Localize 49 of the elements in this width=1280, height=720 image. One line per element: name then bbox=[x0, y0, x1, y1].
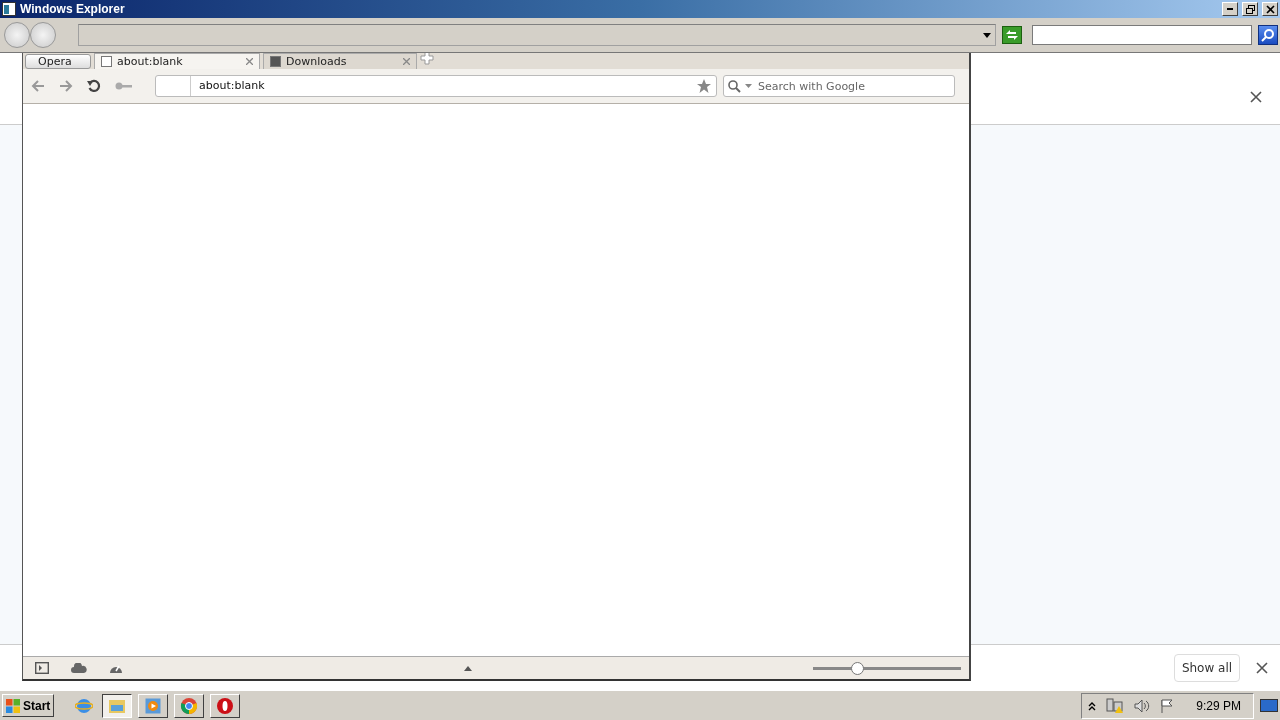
page-icon bbox=[270, 56, 281, 67]
menu-button[interactable]: Opera bbox=[25, 54, 91, 69]
search-icon bbox=[1261, 28, 1275, 42]
flag-icon[interactable] bbox=[1160, 698, 1175, 713]
browser-logo-icon bbox=[180, 696, 198, 715]
search-icon bbox=[728, 79, 741, 93]
minimize-icon bbox=[1227, 8, 1233, 10]
close-icon[interactable] bbox=[246, 58, 253, 65]
close-icon[interactable] bbox=[1256, 662, 1268, 674]
address-field[interactable]: about:blank bbox=[155, 75, 717, 97]
go-button[interactable] bbox=[1002, 26, 1022, 44]
browser-tab[interactable]: about:blank bbox=[94, 53, 260, 69]
restore-icon bbox=[1245, 4, 1255, 14]
close-button[interactable] bbox=[1262, 2, 1278, 16]
plus-icon[interactable] bbox=[420, 51, 434, 65]
slider-thumb[interactable] bbox=[851, 661, 865, 675]
play-icon bbox=[145, 697, 161, 714]
address-field[interactable] bbox=[78, 24, 996, 46]
dropdown-arrow-icon[interactable] bbox=[983, 32, 991, 38]
speaker-icon[interactable] bbox=[1134, 698, 1151, 713]
clock[interactable]: 9:29 PM bbox=[1196, 698, 1241, 713]
browser-tab[interactable]: Downloads bbox=[263, 53, 417, 69]
swap-arrows-icon bbox=[1005, 29, 1019, 41]
windows-logo-icon bbox=[5, 697, 21, 714]
chevron-up-icon[interactable] bbox=[1088, 700, 1097, 711]
star-icon[interactable] bbox=[696, 78, 712, 94]
reload-icon[interactable] bbox=[87, 79, 101, 93]
close-icon bbox=[1265, 4, 1275, 14]
desktop-icon[interactable] bbox=[1260, 698, 1278, 713]
search-button[interactable] bbox=[1258, 25, 1278, 45]
window-icon bbox=[2, 2, 16, 16]
cloud-icon[interactable] bbox=[71, 663, 87, 673]
address-text: about:blank bbox=[190, 76, 696, 96]
minimize-button[interactable] bbox=[1222, 2, 1238, 16]
close-icon[interactable] bbox=[1250, 91, 1262, 103]
panel-icon[interactable] bbox=[35, 662, 49, 674]
restore-button[interactable] bbox=[1242, 2, 1258, 16]
search-bar[interactable]: Search with Google bbox=[723, 75, 955, 97]
triangle-up-icon[interactable] bbox=[464, 665, 472, 671]
globe-icon bbox=[75, 696, 93, 715]
taskbar-app-button[interactable] bbox=[102, 693, 132, 718]
show-all-button[interactable]: Show all bbox=[1174, 654, 1240, 682]
network-warning-icon[interactable] bbox=[1106, 697, 1125, 714]
page-icon bbox=[101, 56, 112, 67]
search-field[interactable] bbox=[1032, 25, 1252, 45]
o-logo-icon bbox=[216, 696, 234, 715]
folder-icon bbox=[108, 697, 126, 714]
window-title: Windows Explorer bbox=[20, 2, 126, 16]
start-button[interactable]: Start bbox=[2, 694, 54, 717]
